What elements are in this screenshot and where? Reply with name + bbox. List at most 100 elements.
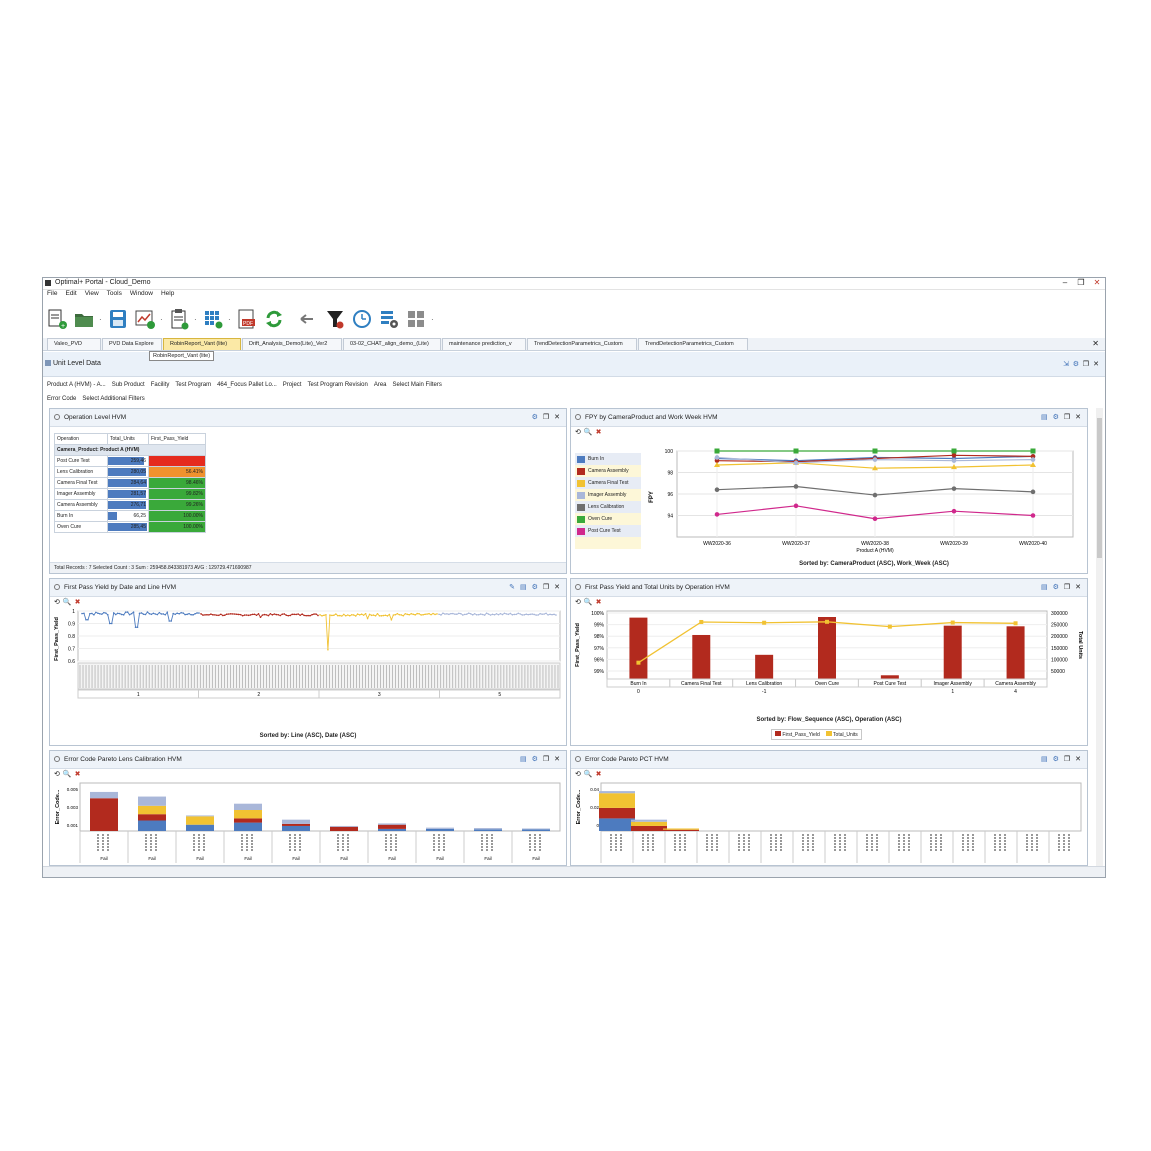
restore-button[interactable]: ❐ (1077, 278, 1085, 287)
zoom-icon[interactable]: 🔍 (584, 770, 593, 778)
back-button[interactable] (296, 306, 320, 332)
layout-button[interactable] (404, 306, 428, 332)
fullscreen-icon[interactable]: ✖ (596, 428, 602, 436)
table-row[interactable]: Camera Final Test 284,64 98.46% (54, 477, 206, 489)
panel-settings-icon[interactable] (54, 756, 60, 762)
tab-trend-detection-2[interactable]: TrendDetectionParametrics_Custom (638, 338, 748, 350)
panel-close-icon[interactable]: ✕ (1075, 583, 1081, 591)
panel-close-icon[interactable]: ✕ (554, 755, 560, 763)
panel-settings-icon[interactable] (575, 756, 581, 762)
restore-view-icon[interactable]: ❐ (1083, 360, 1089, 368)
open-folder-button[interactable] (72, 306, 96, 332)
panel-close-icon[interactable]: ✕ (1075, 755, 1081, 763)
zoom-icon[interactable]: 🔍 (584, 428, 593, 436)
scrollbar-thumb[interactable] (1097, 418, 1102, 558)
new-report-button[interactable]: + (45, 306, 69, 332)
panel-table-icon[interactable]: ▤ (1041, 413, 1048, 421)
close-tab-icon[interactable]: ✕ (1092, 339, 1099, 348)
view-settings-icon[interactable]: ⚙ (1073, 360, 1079, 368)
panel-settings-icon[interactable] (54, 414, 60, 420)
panel-restore-icon[interactable]: ❐ (543, 413, 549, 421)
export-pdf-button[interactable]: PDF (235, 306, 259, 332)
col-header-first-pass-yield[interactable]: First_Pass_Yield (148, 433, 206, 445)
menu-file[interactable]: File (47, 290, 57, 300)
fullscreen-icon[interactable]: ✖ (75, 598, 81, 606)
menu-window[interactable]: Window (130, 290, 153, 300)
table-row[interactable]: Oven Cure 285,45 100.00% (54, 521, 206, 533)
panel-settings-icon[interactable] (54, 584, 60, 590)
filter-dropdown[interactable]: Area (374, 382, 387, 388)
settings-button[interactable] (377, 306, 401, 332)
reset-zoom-icon[interactable]: ⟲ (54, 598, 60, 606)
filter-dropdown[interactable]: Select Main Filters (393, 382, 442, 388)
menu-help[interactable]: Help (161, 290, 174, 300)
tab-trend-detection-1[interactable]: TrendDetectionParametrics_Custom (527, 338, 637, 350)
close-view-icon[interactable]: ✕ (1093, 360, 1099, 368)
table-row[interactable]: Post Cure Test 259,46 (54, 455, 206, 467)
col-header-total-units[interactable]: Total_Units (107, 433, 149, 445)
tab-drift-analysis[interactable]: Drift_Analysis_Demo(Lite)_Ver2 (242, 338, 342, 350)
vertical-scrollbar[interactable] (1096, 408, 1103, 874)
refresh-button[interactable] (262, 306, 286, 332)
panel-edit-icon[interactable]: ✎ (509, 583, 515, 591)
fullscreen-icon[interactable]: ✖ (596, 770, 602, 778)
panel-close-icon[interactable]: ✕ (554, 583, 560, 591)
tab-maintenance-prediction[interactable]: maintenance prediction_v (442, 338, 526, 350)
tab-chat-align[interactable]: 03-02_CHAT_align_demo_(Lite) (343, 338, 441, 350)
panel-gear-icon[interactable]: ⚙ (1053, 755, 1059, 763)
panel-table-icon[interactable]: ▤ (1041, 755, 1048, 763)
filter-button[interactable] (323, 306, 347, 332)
filter-dropdown[interactable]: Project (283, 382, 302, 388)
save-button[interactable] (106, 306, 130, 332)
panel-restore-icon[interactable]: ❐ (1064, 413, 1070, 421)
fullscreen-icon[interactable]: ✖ (75, 770, 81, 778)
zoom-icon[interactable]: 🔍 (63, 770, 72, 778)
menu-edit[interactable]: Edit (65, 290, 76, 300)
grid-button[interactable] (201, 306, 225, 332)
close-button[interactable]: ✕ (1093, 278, 1101, 287)
minimize-button[interactable]: – (1061, 278, 1069, 287)
table-row[interactable]: Imager Assembly 281,57 99.82% (54, 488, 206, 500)
reset-zoom-icon[interactable]: ⟲ (575, 428, 581, 436)
panel-table-icon[interactable]: ▤ (520, 755, 527, 763)
schedule-button[interactable] (350, 306, 374, 332)
panel-restore-icon[interactable]: ❐ (543, 583, 549, 591)
menu-view[interactable]: View (85, 290, 99, 300)
panel-restore-icon[interactable]: ❐ (1064, 583, 1070, 591)
table-group-row[interactable]: Camera_Product: Product A (HVM) (54, 444, 206, 456)
panel-close-icon[interactable]: ✕ (1075, 413, 1081, 421)
fullscreen-icon[interactable]: ✖ (596, 598, 602, 606)
panel-gear-icon[interactable]: ⚙ (532, 413, 538, 421)
table-row[interactable]: Burn In 66,25 100.00% (54, 510, 206, 522)
panel-gear-icon[interactable]: ⚙ (1053, 583, 1059, 591)
tab-robinreport[interactable]: RobinReport_Vant (lite) (163, 338, 241, 350)
reset-zoom-icon[interactable]: ⟲ (575, 770, 581, 778)
filter-dropdown[interactable]: Test Program Revision (307, 382, 367, 388)
filter-dropdown[interactable]: Product A (HVM) - A... (47, 382, 106, 388)
panel-table-icon[interactable]: ▤ (1041, 583, 1048, 591)
panel-table-icon[interactable]: ▤ (520, 583, 527, 591)
zoom-icon[interactable]: 🔍 (63, 598, 72, 606)
panel-gear-icon[interactable]: ⚙ (532, 755, 538, 763)
report-button[interactable] (167, 306, 191, 332)
table-row[interactable]: Lens Calibration 280,05 56.41% (54, 466, 206, 478)
filter-dropdown[interactable]: Facility (151, 382, 170, 388)
tab-pvd-data-explore[interactable]: PVD Data Explore (102, 338, 162, 350)
filter-dropdown[interactable]: Select Additional Filters (82, 396, 144, 402)
chart-button[interactable] (133, 306, 157, 332)
reset-zoom-icon[interactable]: ⟲ (575, 598, 581, 606)
export-icon[interactable]: ⇲ (1063, 360, 1069, 368)
panel-settings-icon[interactable] (575, 414, 581, 420)
filter-dropdown[interactable]: Sub Product (112, 382, 145, 388)
menu-tools[interactable]: Tools (107, 290, 122, 300)
col-header-operation[interactable]: Operation (54, 433, 108, 445)
table-row[interactable]: Camera Assembly 276,71 99.26% (54, 499, 206, 511)
panel-close-icon[interactable]: ✕ (554, 413, 560, 421)
filter-dropdown[interactable]: 464_Focus Pallet Lo... (217, 382, 277, 388)
panel-gear-icon[interactable]: ⚙ (532, 583, 538, 591)
panel-restore-icon[interactable]: ❐ (1064, 755, 1070, 763)
filter-dropdown[interactable]: Error Code (47, 396, 76, 402)
filter-dropdown[interactable]: Test Program (175, 382, 211, 388)
panel-gear-icon[interactable]: ⚙ (1053, 413, 1059, 421)
panel-restore-icon[interactable]: ❐ (543, 755, 549, 763)
